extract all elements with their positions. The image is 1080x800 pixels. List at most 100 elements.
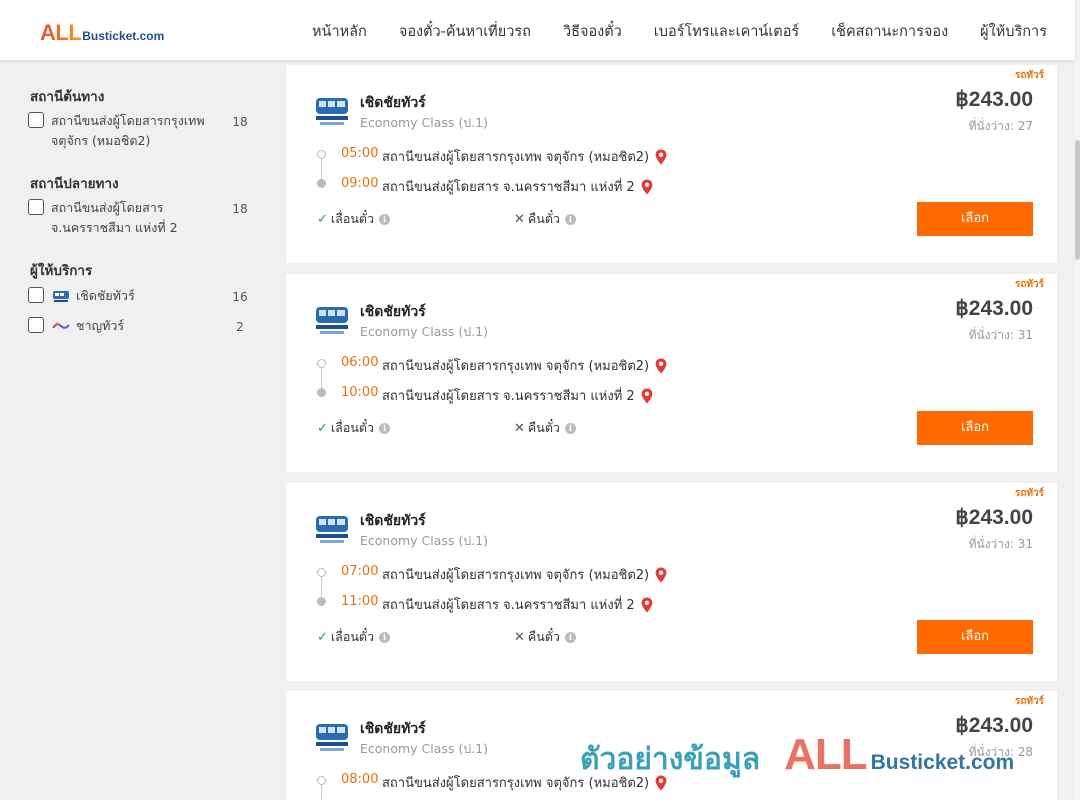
- filter-sidebar: สถานีต้นทาง สถานีขนส่งผู้โดยสารกรุงเทพ จ…: [0, 60, 268, 800]
- select-trip-button[interactable]: เลือก: [917, 202, 1033, 236]
- refund-option: ✕ คืนตั๋ว i: [514, 627, 576, 647]
- site-logo[interactable]: ALL Busticket.com: [40, 20, 164, 46]
- arrival-station: สถานีขนส่งผู้โดยสาร จ.นครราชสีมา แห่งที่…: [382, 385, 653, 406]
- arrival-dot: [317, 179, 326, 188]
- bus-class: Economy Class (ป.1): [360, 324, 489, 339]
- nav-contact[interactable]: เบอร์โทรและเคาน์เตอร์: [654, 20, 799, 43]
- refund-option: ✕ คืนตั๋ว i: [514, 418, 576, 438]
- ticket-price: ฿243.00: [955, 88, 1033, 111]
- operator-name: เชิดชัยทัวร์: [360, 721, 426, 737]
- departure-station: สถานีขนส่งผู้โดยสารกรุงเทพ จตุจักร (หมอช…: [382, 772, 667, 793]
- seats-available: ที่นั่งว่าง: 27: [968, 119, 1033, 133]
- site-header: ALL Busticket.com หน้าหลัก จองตั๋ว-ค้นหา…: [0, 0, 1075, 60]
- info-icon[interactable]: i: [564, 213, 576, 225]
- departure-station: สถานีขนส่งผู้โดยสารกรุงเทพ จตุจักร (หมอช…: [382, 146, 667, 167]
- refund-label: คืนตั๋ว: [527, 629, 560, 644]
- bus-operator-logo-icon: [316, 98, 348, 125]
- map-pin-icon[interactable]: [641, 179, 653, 195]
- destination-filter-label: สถานีขนส่งผู้โดยสาร จ.นครราชสีมา แห่งที่…: [51, 200, 178, 235]
- seats-available: ที่นั่งว่าง: 28: [968, 745, 1033, 759]
- scrollbar-thumb[interactable]: [1075, 140, 1080, 260]
- departure-time: 08:00: [341, 772, 379, 787]
- reschedule-label: เลื่อนตั๋ว: [330, 420, 375, 435]
- departure-time: 07:00: [341, 564, 379, 579]
- info-icon[interactable]: i: [379, 631, 391, 643]
- operator-name: เชิดชัยทัวร์: [360, 513, 426, 529]
- cross-icon: ✕: [514, 211, 525, 227]
- nav-operators[interactable]: ผู้ให้บริการ: [980, 20, 1047, 43]
- map-pin-icon[interactable]: [655, 358, 667, 374]
- vehicle-type-tag: รถทัวร์: [1014, 279, 1044, 290]
- nav-how-to-book[interactable]: วิธีจองตั๋ว: [563, 20, 622, 43]
- refund-option: ✕ คืนตั๋ว i: [514, 209, 576, 229]
- info-icon[interactable]: i: [379, 213, 391, 225]
- origin-filter-title: สถานีต้นทาง: [30, 89, 105, 105]
- departure-dot: [317, 359, 326, 368]
- arrival-dot: [317, 597, 326, 606]
- departure-dot: [317, 150, 326, 159]
- select-trip-button[interactable]: เลือก: [917, 620, 1033, 654]
- map-pin-icon[interactable]: [655, 149, 667, 165]
- bus-class: Economy Class (ป.1): [360, 115, 489, 130]
- refund-label: คืนตั๋ว: [527, 420, 560, 435]
- seats-available: ที่นั่งว่าง: 31: [968, 537, 1033, 551]
- operator-count-badge: 16: [226, 286, 254, 308]
- trip-card: รถทัวร์ เชิดชัยทัวร์ Economy Class (ป.1)…: [286, 483, 1057, 681]
- select-trip-button[interactable]: เลือก: [917, 411, 1033, 445]
- bus-class: Economy Class (ป.1): [360, 533, 489, 548]
- vehicle-type-tag: รถทัวร์: [1014, 696, 1044, 707]
- departure-station-name: สถานีขนส่งผู้โดยสารกรุงเทพ จตุจักร (หมอช…: [382, 776, 650, 791]
- operator-filter-item[interactable]: เชิดชัยทัวร์ 16: [28, 286, 254, 308]
- origin-filter-item[interactable]: สถานีขนส่งผู้โดยสารกรุงเทพ จตุจักร (หมอช…: [28, 111, 254, 151]
- arrival-station: สถานีขนส่งผู้โดยสาร จ.นครราชสีมา แห่งที่…: [382, 594, 653, 615]
- origin-checkbox[interactable]: [28, 112, 44, 128]
- operator-name: เชิดชัยทัวร์: [360, 304, 426, 320]
- destination-checkbox[interactable]: [28, 199, 44, 215]
- page-scrollbar[interactable]: [1075, 0, 1080, 800]
- origin-filter-label: สถานีขนส่งผู้โดยสารกรุงเทพ จตุจักร (หมอช…: [51, 113, 205, 148]
- check-icon: ✓: [317, 420, 328, 436]
- arrival-station-name: สถานีขนส่งผู้โดยสาร จ.นครราชสีมา แห่งที่…: [382, 598, 635, 613]
- arrival-dot: [317, 388, 326, 397]
- map-pin-icon[interactable]: [655, 567, 667, 583]
- reschedule-label: เลื่อนตั๋ว: [330, 629, 375, 644]
- nav-check-booking[interactable]: เช็คสถานะการจอง: [831, 20, 948, 43]
- cherdchai-logo-icon: [52, 289, 70, 303]
- map-pin-icon[interactable]: [641, 388, 653, 404]
- bus-operator-logo-icon: [316, 307, 348, 334]
- operator-checkbox[interactable]: [28, 287, 44, 303]
- destination-filter-item[interactable]: สถานีขนส่งผู้โดยสาร จ.นครราชสีมา แห่งที่…: [28, 198, 254, 238]
- cross-icon: ✕: [514, 420, 525, 436]
- operator-count-badge: 2: [226, 316, 254, 338]
- bus-operator-logo-icon: [316, 724, 348, 751]
- operator-checkbox[interactable]: [28, 317, 44, 333]
- bus-operator-logo-icon: [316, 516, 348, 543]
- origin-count-badge: 18: [226, 111, 254, 133]
- operator-filter-title: ผู้ให้บริการ: [30, 263, 93, 279]
- nav-home[interactable]: หน้าหลัก: [312, 20, 367, 43]
- logo-suffix-text: Busticket.com: [82, 29, 165, 43]
- map-pin-icon[interactable]: [655, 775, 667, 791]
- vehicle-type-tag: รถทัวร์: [1014, 70, 1044, 81]
- reschedule-label: เลื่อนตั๋ว: [330, 211, 375, 226]
- ticket-price: ฿243.00: [955, 297, 1033, 320]
- info-icon[interactable]: i: [564, 422, 576, 434]
- map-pin-icon[interactable]: [641, 597, 653, 613]
- main-nav: หน้าหลัก จองตั๋ว-ค้นหาเที่ยวรถ วิธีจองตั…: [312, 20, 1047, 43]
- ticket-price: ฿243.00: [955, 506, 1033, 529]
- departure-station-name: สถานีขนส่งผู้โดยสารกรุงเทพ จตุจักร (หมอช…: [382, 568, 650, 583]
- operator-filter-label: ชาญทัวร์: [76, 318, 125, 333]
- departure-time: 06:00: [341, 355, 379, 370]
- refund-label: คืนตั๋ว: [527, 211, 560, 226]
- reschedule-option: ✓ เลื่อนตั๋ว i: [317, 209, 391, 229]
- info-icon[interactable]: i: [564, 631, 576, 643]
- chantour-logo-icon: [52, 319, 70, 333]
- info-icon[interactable]: i: [379, 422, 391, 434]
- departure-station: สถานีขนส่งผู้โดยสารกรุงเทพ จตุจักร (หมอช…: [382, 564, 667, 585]
- trip-card: รถทัวร์ เชิดชัยทัวร์ Economy Class (ป.1)…: [286, 274, 1057, 472]
- operator-filter-item[interactable]: ชาญทัวร์ 2: [28, 316, 254, 338]
- nav-search-trips[interactable]: จองตั๋ว-ค้นหาเที่ยวรถ: [399, 20, 531, 43]
- departure-time: 05:00: [341, 146, 379, 161]
- route-timeline-line: [321, 783, 322, 800]
- check-icon: ✓: [317, 629, 328, 645]
